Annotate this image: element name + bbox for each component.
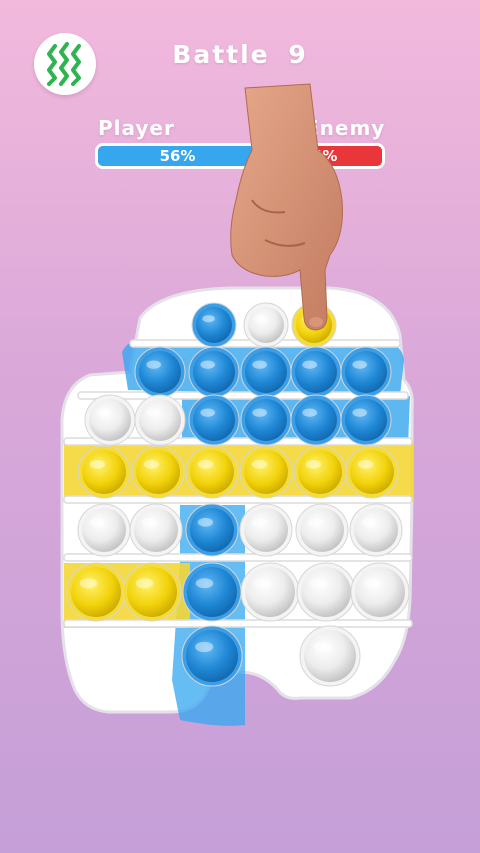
- pointing-hand: [230, 83, 343, 331]
